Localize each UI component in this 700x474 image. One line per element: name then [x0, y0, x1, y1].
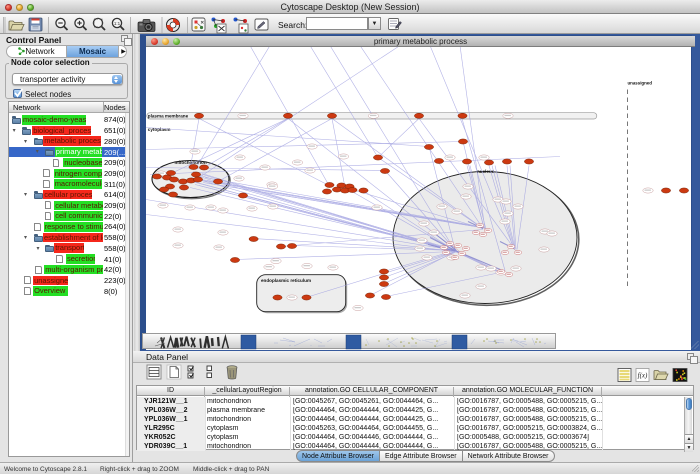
svg-text:unassigned: unassigned: [628, 81, 653, 86]
svg-text:1:1: 1:1: [114, 21, 121, 26]
svg-text:plasma membrane: plasma membrane: [148, 114, 189, 119]
svg-text:endoplasmic reticulum: endoplasmic reticulum: [261, 278, 311, 283]
svg-text:f(x): f(x): [638, 372, 648, 380]
svg-text:nucleus: nucleus: [477, 169, 495, 174]
